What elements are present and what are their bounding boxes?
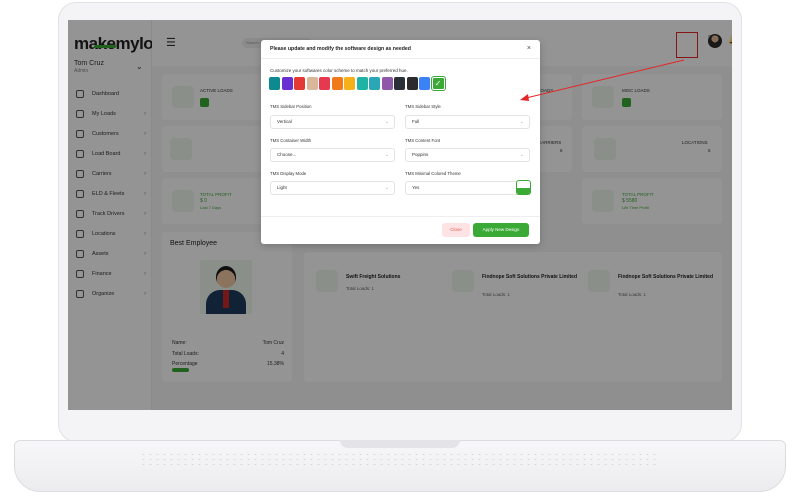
arrow-line bbox=[525, 59, 685, 99]
laptop-notch bbox=[340, 440, 460, 448]
screen: makemyload Tom Cruz Admin ⌄ DashboardMy … bbox=[68, 20, 732, 410]
annotation-arrow bbox=[520, 59, 685, 101]
speaker-grille bbox=[140, 452, 660, 466]
arrow-head bbox=[520, 94, 529, 101]
